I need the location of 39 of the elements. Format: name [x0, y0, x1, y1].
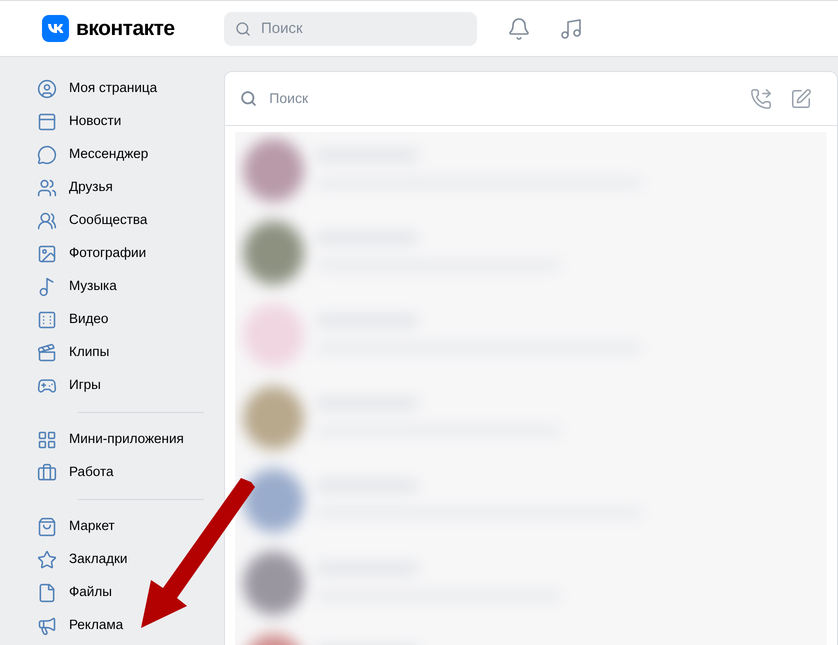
logo-icon[interactable]	[42, 15, 69, 42]
search-icon	[240, 90, 258, 107]
sidebar-item[interactable]: Видео	[36, 303, 108, 336]
sidebar-item[interactable]: Игры	[36, 369, 101, 402]
sidebar-item[interactable]: Фотографии	[36, 237, 146, 270]
star-icon	[37, 550, 57, 570]
music-note-icon[interactable]	[559, 16, 583, 40]
sidebar-item[interactable]: Маркет	[36, 510, 115, 543]
sidebar-item[interactable]: Закладки	[36, 543, 128, 576]
sidebar-item[interactable]: Мессенджер	[36, 138, 148, 171]
sidebar-item[interactable]: Музыка	[36, 270, 117, 303]
sidebar-item[interactable]: Новости	[36, 105, 122, 138]
sidebar-item[interactable]: Клипы	[36, 336, 110, 369]
megaphone-icon	[37, 616, 57, 636]
sidebar-item[interactable]: Моя страница	[36, 72, 158, 105]
sidebar-item[interactable]: Файлы	[36, 576, 112, 609]
dice-icon	[37, 310, 57, 330]
search-icon	[235, 20, 251, 36]
sidebar-item[interactable]: Сообщества	[36, 204, 148, 237]
sidebar-item[interactable]: Мини-приложения	[36, 423, 184, 456]
bell-icon[interactable]	[507, 16, 531, 40]
file-icon	[37, 582, 57, 602]
window-icon	[37, 112, 57, 132]
grid-icon	[37, 430, 57, 450]
clapperboard-icon	[37, 342, 57, 362]
bag-icon	[37, 516, 57, 536]
user-icon	[37, 78, 57, 98]
chat-bubble-icon	[37, 144, 57, 164]
sidebar-item[interactable]: Работа	[36, 456, 114, 489]
compose-icon[interactable]	[790, 88, 812, 110]
search-field[interactable]: Поиск	[269, 88, 750, 109]
people-icon	[37, 178, 57, 198]
sidebar-item[interactable]: Реклама	[36, 609, 124, 642]
logo-text: вконтакте	[76, 16, 175, 42]
search-field[interactable]: Поиск	[224, 12, 477, 46]
briefcase-icon	[37, 462, 57, 482]
group-icon	[37, 210, 57, 230]
image-icon	[37, 244, 57, 264]
sidebar-item[interactable]: Друзья	[36, 171, 113, 204]
